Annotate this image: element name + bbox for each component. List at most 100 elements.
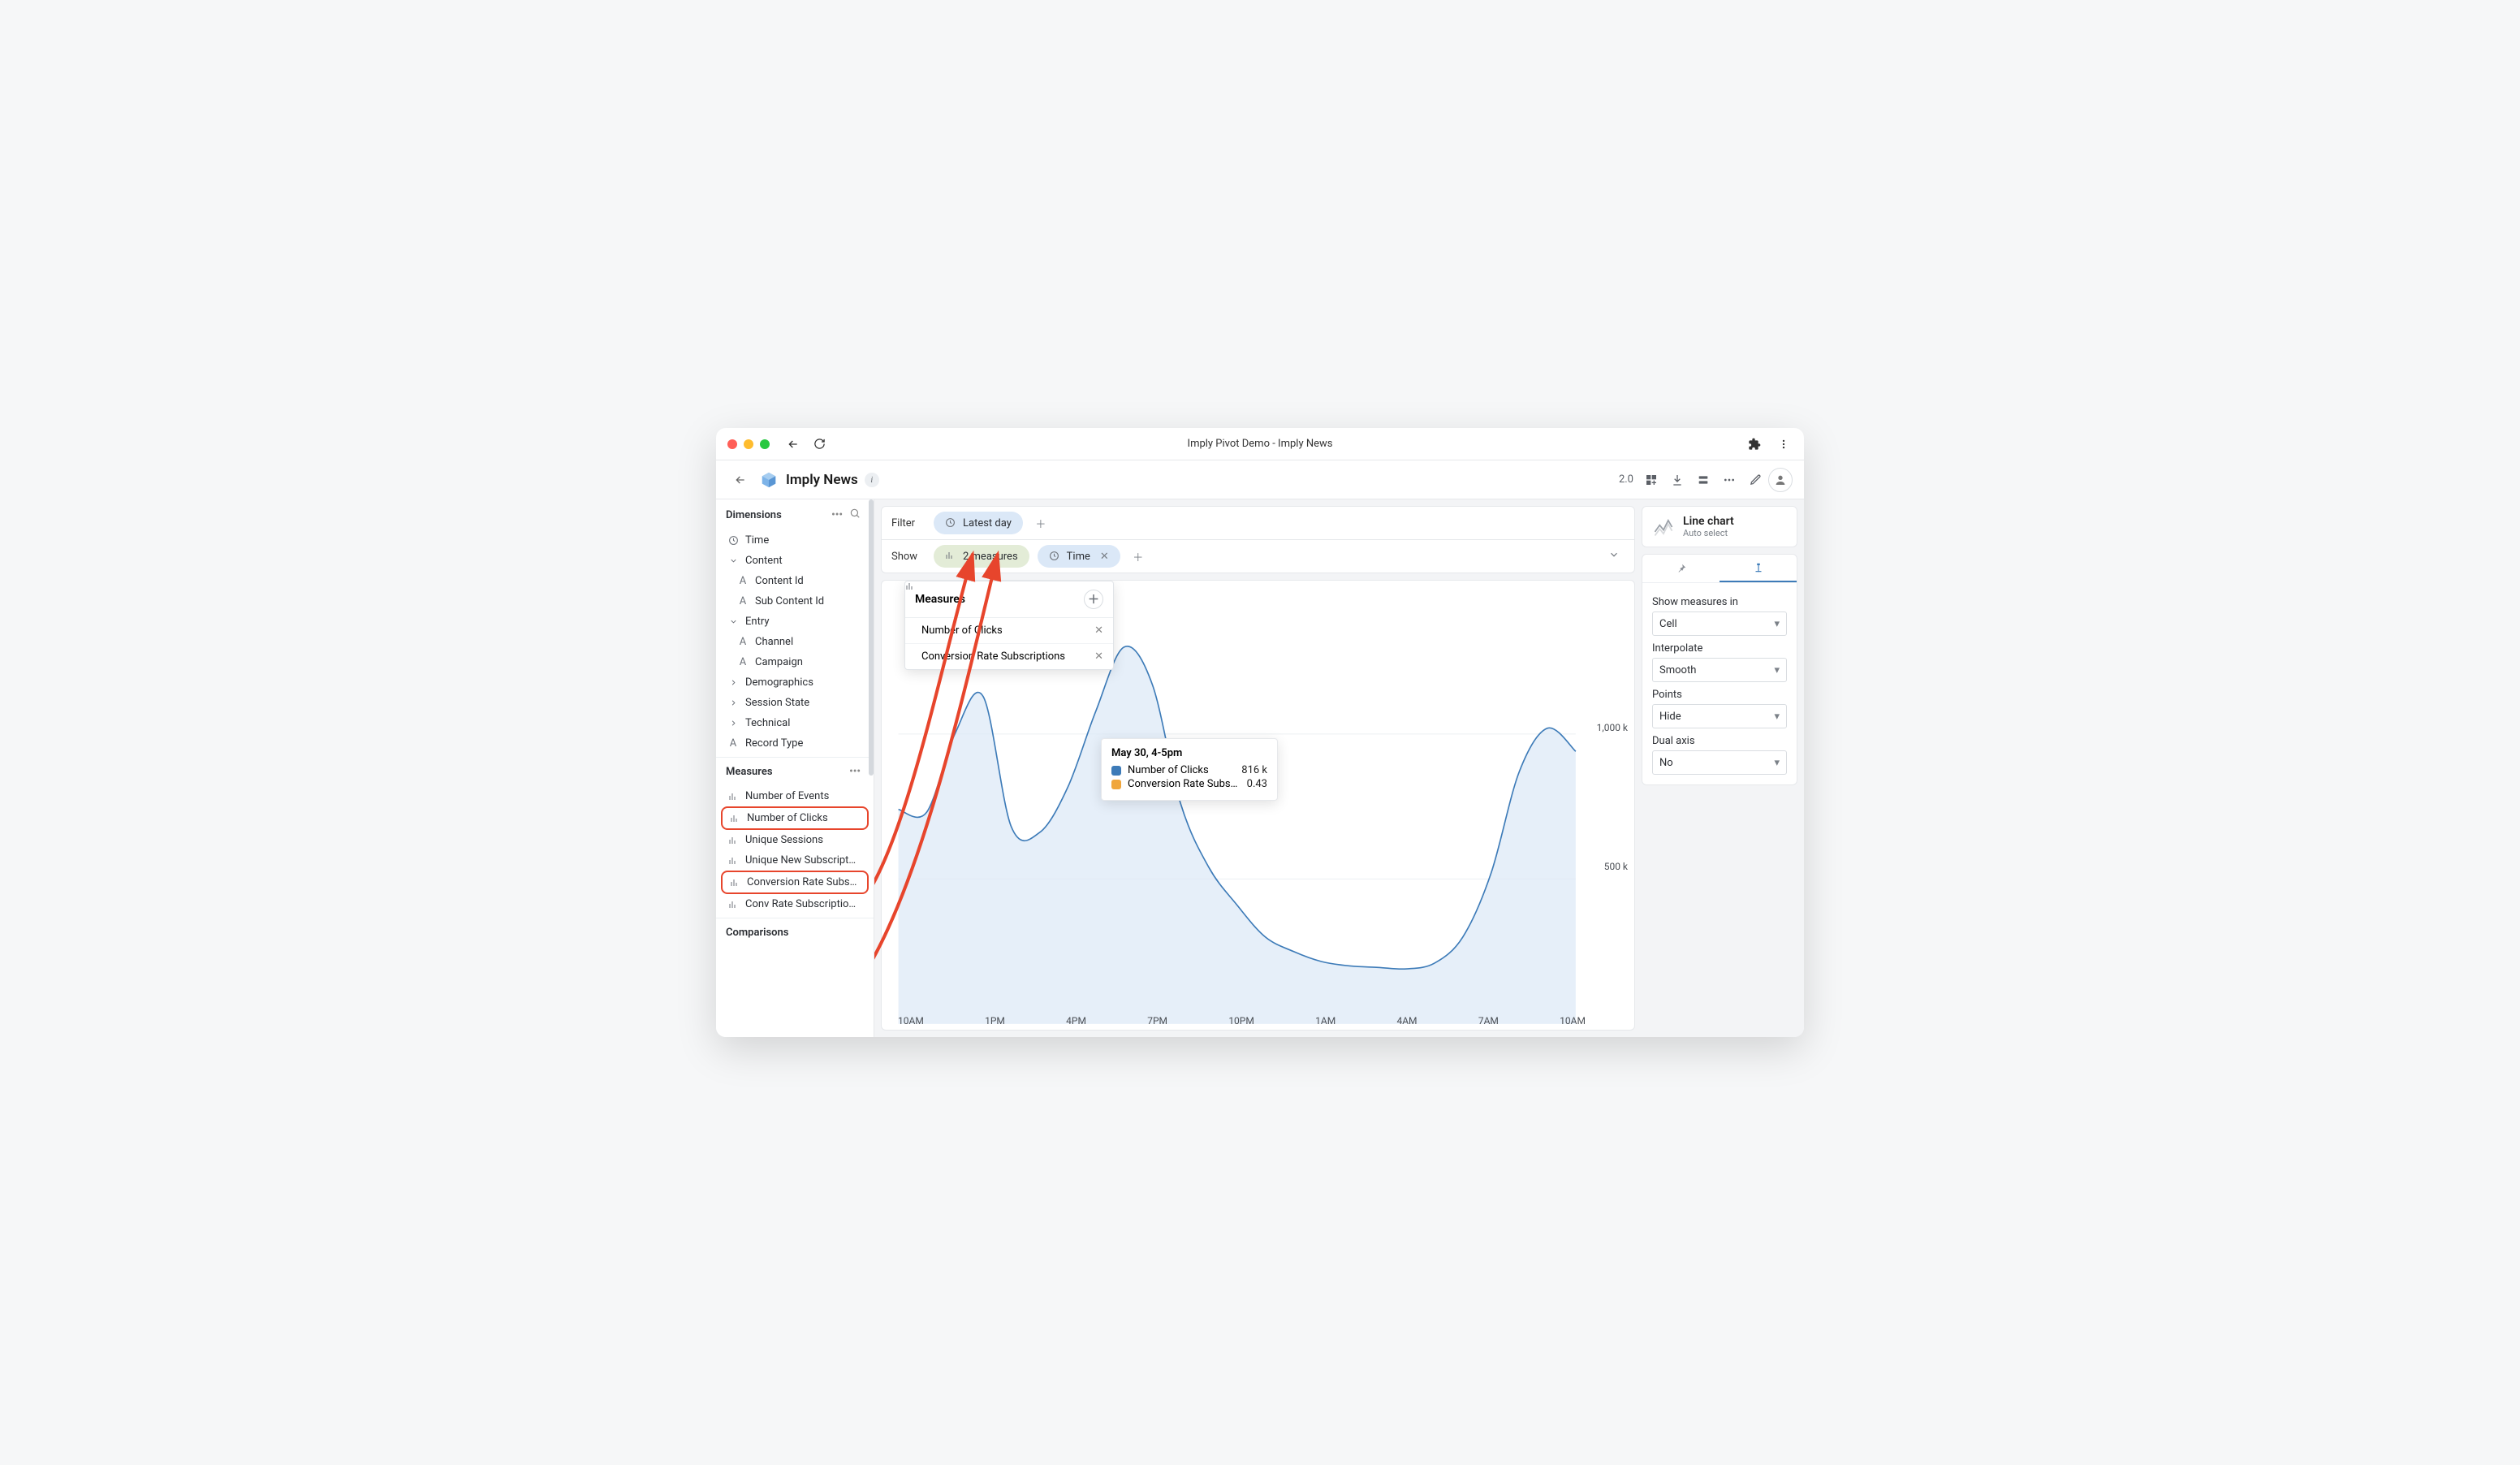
popover-row-number-of-clicks[interactable]: Number of Clicks ✕ (905, 618, 1113, 644)
user-avatar[interactable] (1768, 468, 1793, 492)
caret-down-icon: ▾ (1774, 664, 1780, 676)
dimension-technical[interactable]: Technical (716, 713, 874, 733)
maximize-window-button[interactable] (760, 439, 770, 449)
chevron-down-icon (727, 555, 739, 567)
dimension-sub-content-id[interactable]: ASub Content Id (716, 591, 874, 611)
show-bar: Show 2 measures Time ✕ ＋ (881, 540, 1635, 573)
download-icon[interactable] (1664, 467, 1690, 493)
dimension-session-state[interactable]: Session State (716, 693, 874, 713)
viz-subtitle: Auto select (1683, 528, 1734, 538)
scrollbar[interactable] (869, 499, 874, 776)
dimensions-more-icon[interactable]: ••• (828, 509, 846, 521)
x-tick-label: 1PM (985, 1015, 1005, 1026)
dimension-content-id[interactable]: AContent Id (716, 571, 874, 591)
dimension-time[interactable]: Time (716, 530, 874, 551)
measure-conv-rate-subscriptions-alt[interactable]: Conv Rate Subscriptio… (716, 894, 874, 914)
show-measures-in-select[interactable]: Cell▾ (1652, 611, 1787, 636)
dimension-content[interactable]: Content (716, 551, 874, 571)
extensions-icon[interactable] (1745, 435, 1763, 453)
dimension-campaign[interactable]: ACampaign (716, 652, 874, 672)
menu-kebab-icon[interactable] (1775, 435, 1793, 453)
add-panel-icon[interactable] (1638, 467, 1664, 493)
measure-number-of-events[interactable]: Number of Events (716, 786, 874, 806)
y-tick-label: 1,000 k (1597, 722, 1628, 733)
x-tick-label: 10AM (1560, 1015, 1586, 1026)
clock-icon (1049, 551, 1060, 562)
dimension-demographics[interactable]: Demographics (716, 672, 874, 693)
edit-icon[interactable] (1742, 467, 1768, 493)
split-pill-time[interactable]: Time ✕ (1038, 545, 1120, 568)
back-button[interactable] (727, 467, 753, 493)
options-card: Show measures in Cell▾ Interpolate Smoot… (1642, 554, 1797, 785)
more-icon[interactable] (1716, 467, 1742, 493)
chevron-right-icon (727, 698, 739, 709)
collapse-bar-icon[interactable] (1603, 549, 1625, 564)
nav-reload-button[interactable] (810, 435, 828, 453)
page-title: Imply News (786, 472, 858, 488)
info-icon[interactable]: i (865, 473, 879, 487)
version-label: 2.0 (1619, 473, 1633, 486)
chevron-down-icon (727, 616, 739, 628)
measures-more-icon[interactable]: ••• (846, 766, 864, 778)
dimension-channel[interactable]: AChannel (716, 632, 874, 652)
right-panel: Line chart Auto select Show measures in … (1642, 499, 1804, 1037)
measure-icon (727, 791, 739, 802)
dimensions-title: Dimensions (726, 509, 782, 521)
tooltip-swatch (1111, 766, 1121, 776)
dimension-entry[interactable]: Entry (716, 611, 874, 632)
tab-style[interactable] (1720, 555, 1797, 582)
measure-unique-sessions[interactable]: Unique Sessions (716, 830, 874, 850)
text-icon: A (737, 596, 749, 607)
show-measures-in-label: Show measures in (1652, 596, 1787, 608)
x-tick-label: 1AM (1315, 1015, 1336, 1026)
points-select[interactable]: Hide▾ (1652, 704, 1787, 728)
text-icon: A (727, 738, 739, 750)
remove-measure-icon[interactable]: ✕ (1094, 650, 1103, 663)
chart[interactable]: 10AM1PM4PM7PM10PM1AM4AM7AM10AM Measures … (881, 580, 1635, 1031)
minimize-window-button[interactable] (744, 439, 753, 449)
server-icon[interactable] (1690, 467, 1716, 493)
x-tick-label: 10PM (1228, 1015, 1254, 1026)
remove-measure-icon[interactable]: ✕ (1094, 624, 1103, 637)
titlebar: Imply Pivot Demo - Imply News (716, 428, 1804, 460)
viz-title: Line chart (1683, 515, 1734, 528)
interpolate-select[interactable]: Smooth▾ (1652, 658, 1787, 682)
dimensions-search-icon[interactable] (846, 508, 864, 522)
y-tick-label: 500 k (1604, 861, 1628, 872)
measures-header: Measures ••• (716, 758, 874, 786)
remove-split-icon[interactable]: ✕ (1100, 551, 1109, 563)
measure-number-of-clicks[interactable]: Number of Clicks (721, 806, 869, 830)
add-split-button[interactable]: ＋ (1128, 547, 1148, 566)
measure-conversion-rate-subscriptions[interactable]: Conversion Rate Subs… (721, 871, 869, 894)
measure-icon (727, 835, 739, 846)
show-pill-measures[interactable]: 2 measures (934, 545, 1029, 568)
caret-down-icon: ▾ (1774, 618, 1780, 630)
dimension-record-type[interactable]: ARecord Type (716, 733, 874, 754)
tooltip-row: Conversion Rate Subscr… 0.43 (1111, 778, 1267, 790)
close-window-button[interactable] (727, 439, 737, 449)
interpolate-label: Interpolate (1652, 642, 1787, 655)
window-controls (727, 439, 770, 449)
app-window: Imply Pivot Demo - Imply News Imply News… (716, 428, 1804, 1037)
dual-axis-select[interactable]: No▾ (1652, 750, 1787, 775)
points-label: Points (1652, 689, 1787, 701)
x-tick-label: 10AM (898, 1015, 924, 1026)
options-tabs (1642, 555, 1797, 583)
visualization-card[interactable]: Line chart Auto select (1642, 506, 1797, 547)
show-label: Show (891, 551, 926, 563)
x-tick-label: 7PM (1147, 1015, 1167, 1026)
measure-unique-new-subscriptions[interactable]: Unique New Subscript… (716, 850, 874, 871)
text-icon: A (737, 637, 749, 648)
center-pane: Filter Latest day ＋ Show 2 measures Time… (874, 499, 1642, 1037)
tooltip-swatch (1111, 780, 1121, 789)
filter-pill-latest-day[interactable]: Latest day (934, 512, 1023, 534)
tab-pin[interactable] (1642, 555, 1720, 582)
nav-back-button[interactable] (784, 435, 802, 453)
add-filter-button[interactable]: ＋ (1031, 513, 1051, 533)
measures-popover-title: Measures (915, 593, 965, 606)
add-measure-button[interactable]: ＋ (1084, 590, 1103, 609)
popover-row-conversion-rate[interactable]: Conversion Rate Subscriptions ✕ (905, 644, 1113, 669)
tooltip-title: May 30, 4-5pm (1111, 747, 1267, 759)
tooltip-row: Number of Clicks 816 k (1111, 764, 1267, 776)
comparisons-title: Comparisons (726, 927, 789, 939)
